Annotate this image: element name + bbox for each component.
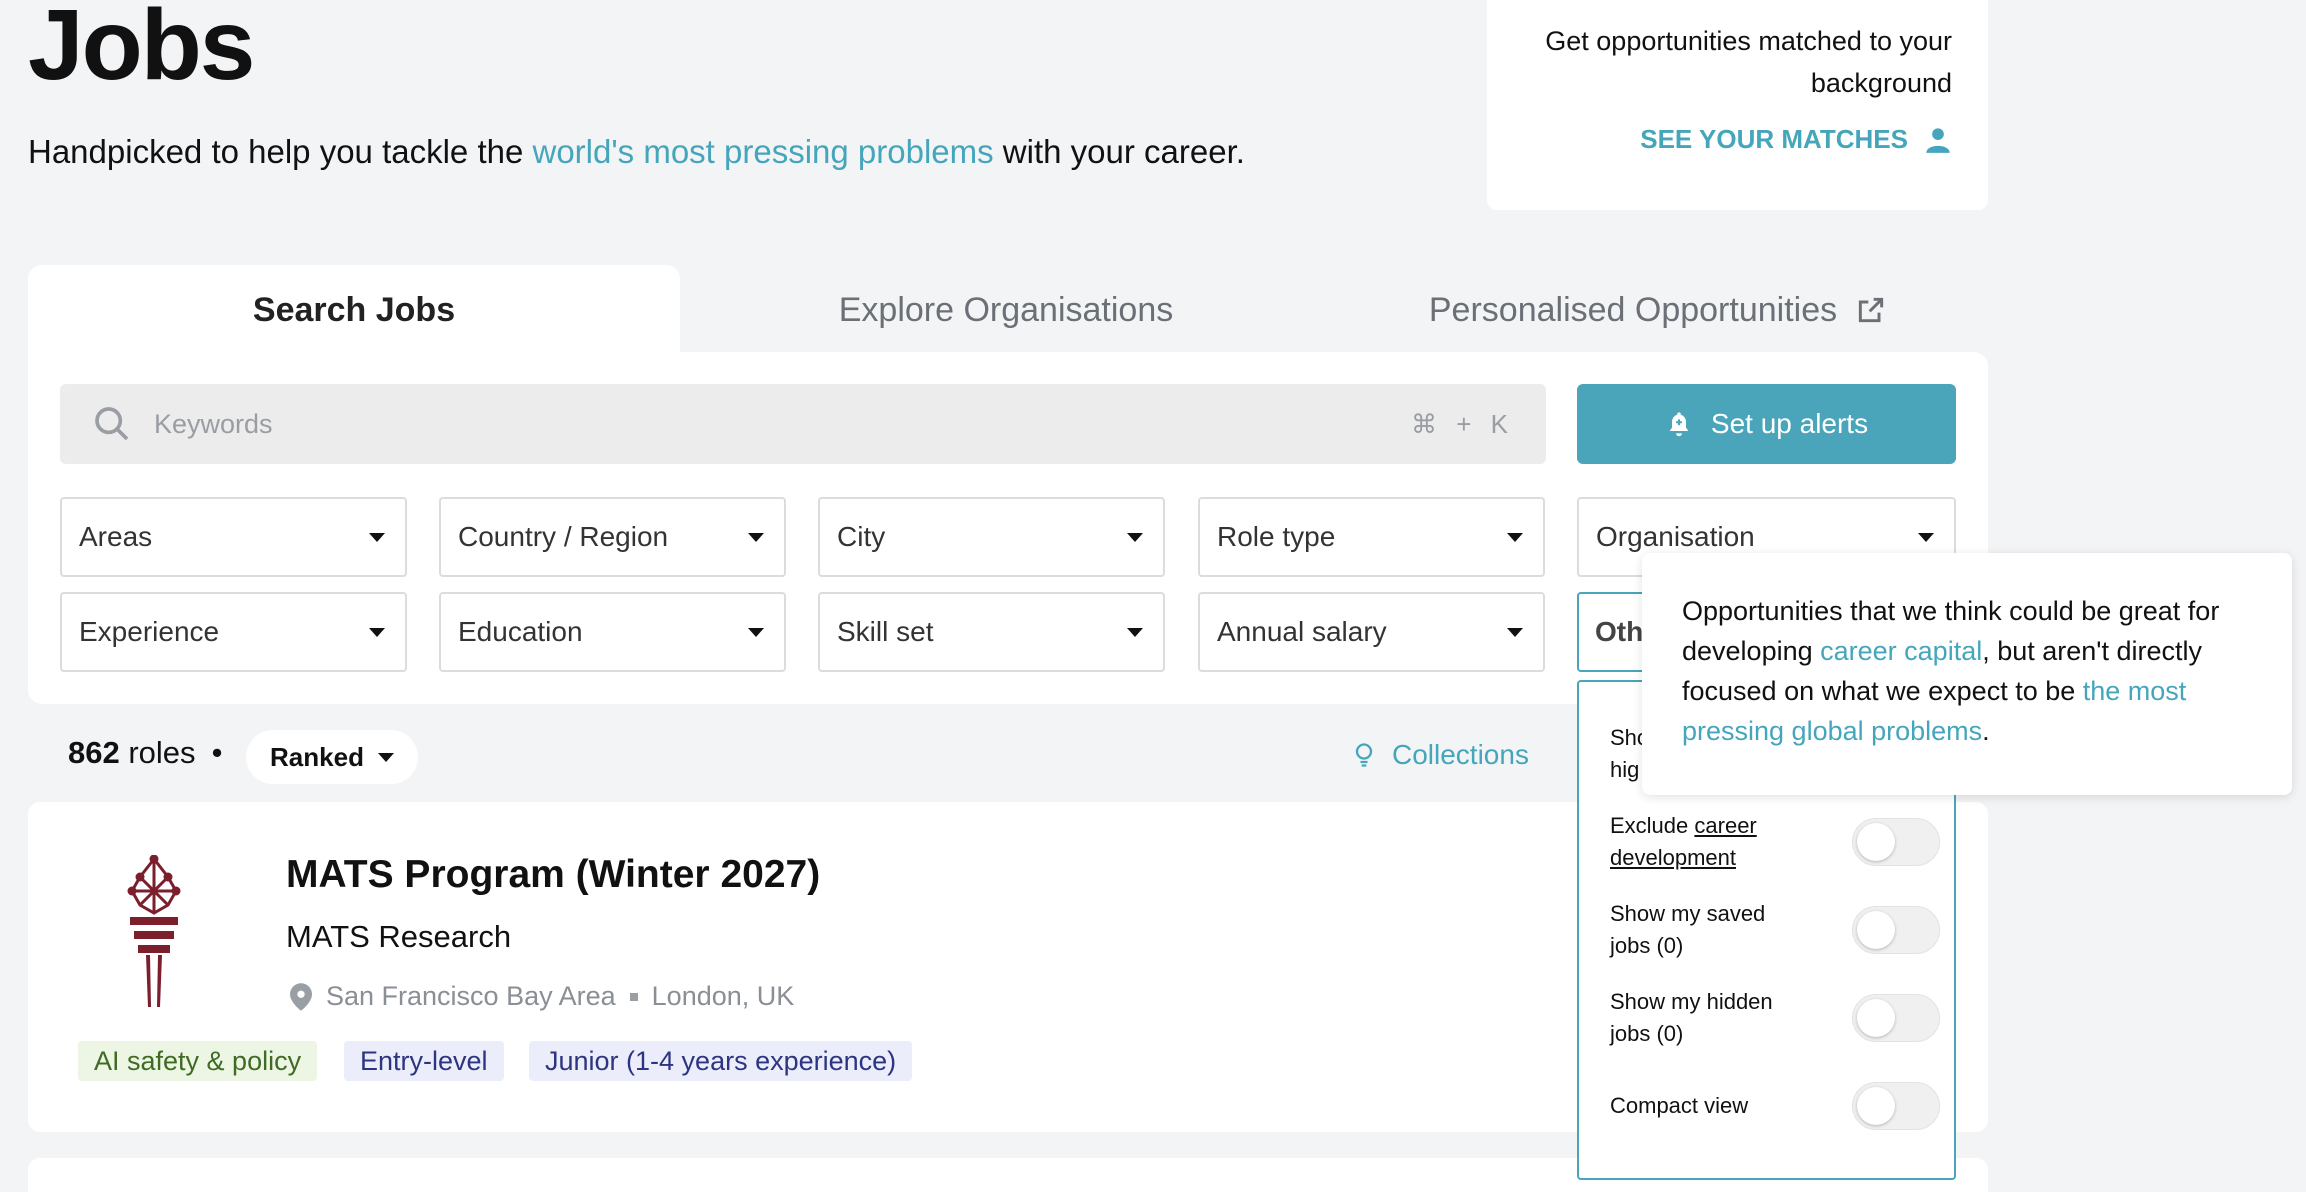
saved-jobs-label: Show my saved jobs (0)	[1610, 901, 1766, 958]
job-title[interactable]: MATS Program (Winter 2027)	[286, 853, 820, 897]
matches-text: Get opportunities matched to your backgr…	[1545, 26, 1952, 98]
career-capital-tooltip: Opportunities that we think could be gre…	[1642, 553, 2292, 795]
menu-item-saved-jobs[interactable]: Show my saved jobs (0)	[1610, 898, 1940, 962]
collections-link[interactable]: Collections	[1350, 739, 1529, 771]
matches-card: Get opportunities matched to your backgr…	[1487, 0, 1988, 210]
page-subtitle: Handpicked to help you tackle the world'…	[28, 133, 1245, 171]
tab-explore-organisations[interactable]: Explore Organisations	[680, 265, 1332, 355]
chevron-down-icon	[1127, 532, 1143, 542]
person-icon	[1926, 127, 1950, 153]
filter-city[interactable]: City	[818, 497, 1165, 577]
toggle-knob	[1857, 999, 1895, 1037]
tab-search-jobs[interactable]: Search Jobs	[28, 265, 680, 355]
collections-label: Collections	[1392, 739, 1529, 770]
results-count: 862 roles •	[68, 735, 222, 771]
chevron-down-icon	[748, 627, 764, 637]
subtitle-text-2: with your career.	[993, 133, 1245, 170]
filter-annual-salary[interactable]: Annual salary	[1198, 592, 1545, 672]
pressing-problems-link[interactable]: world's most pressing problems	[533, 133, 994, 170]
location-pin-icon	[290, 982, 312, 1011]
career-development-link-2[interactable]: development	[1610, 845, 1736, 870]
exclude-career-toggle[interactable]	[1852, 818, 1940, 866]
compact-view-toggle[interactable]	[1852, 1082, 1940, 1130]
filter-role-type[interactable]: Role type	[1198, 497, 1545, 577]
tab-explore-label: Explore Organisations	[838, 290, 1174, 329]
set-up-alerts-button[interactable]: Set up alerts	[1577, 384, 1956, 464]
filter-areas-label: Areas	[79, 521, 153, 552]
roles-label: roles	[128, 735, 196, 770]
chevron-down-icon	[748, 532, 764, 542]
job-organisation[interactable]: MATS Research	[286, 919, 511, 955]
tag-area: AI safety & policy	[78, 1041, 318, 1081]
filter-salary-label: Annual salary	[1217, 616, 1387, 647]
toggle-knob	[1857, 911, 1895, 949]
see-matches-link[interactable]: SEE YOUR MATCHES	[1487, 124, 1952, 155]
menu-item-compact-view[interactable]: Compact view	[1610, 1082, 1940, 1130]
roles-count: 862	[68, 735, 120, 770]
filter-city-label: City	[837, 521, 886, 552]
filter-skill-set[interactable]: Skill set	[818, 592, 1165, 672]
separator-dot: •	[211, 735, 223, 770]
compact-view-label: Compact view	[1610, 1093, 1749, 1118]
filter-country-region[interactable]: Country / Region	[439, 497, 786, 577]
page-title: Jobs	[28, 0, 255, 101]
filter-experience-label: Experience	[79, 616, 220, 647]
hidden-jobs-toggle[interactable]	[1852, 994, 1940, 1042]
chevron-down-icon	[1507, 532, 1523, 542]
chevron-down-icon	[1127, 627, 1143, 637]
filter-education-label: Education	[458, 616, 583, 647]
lightbulb-icon	[1355, 743, 1373, 767]
job-locations: San Francisco Bay Area London, UK	[290, 981, 794, 1012]
search-icon	[95, 407, 129, 441]
chevron-down-icon	[377, 752, 394, 762]
chevron-down-icon	[1918, 532, 1934, 542]
bell-icon	[1669, 412, 1689, 437]
location-separator	[629, 992, 638, 1001]
career-capital-link[interactable]: career capital	[1820, 636, 1982, 666]
career-development-link-1[interactable]: career	[1694, 813, 1756, 838]
exclude-prefix: Exclude	[1610, 813, 1695, 838]
chevron-down-icon	[369, 532, 385, 542]
see-matches-label: SEE YOUR MATCHES	[1640, 124, 1908, 154]
filter-skill-set-label: Skill set	[837, 616, 934, 647]
filter-other-label: Oth	[1595, 616, 1644, 647]
chevron-down-icon	[369, 627, 385, 637]
tag-experience: Junior (1-4 years experience)	[529, 1041, 913, 1081]
filter-role-type-label: Role type	[1217, 521, 1336, 552]
saved-jobs-toggle[interactable]	[1852, 906, 1940, 954]
tag-level: Entry-level	[344, 1041, 504, 1081]
job-location-2: London, UK	[651, 981, 795, 1011]
filter-country-label: Country / Region	[458, 521, 669, 552]
tooltip-text-3: .	[1982, 716, 1990, 746]
org-logo	[118, 854, 190, 1016]
menu-partial-line2: hig	[1610, 757, 1640, 782]
external-link-icon	[1858, 297, 1884, 323]
menu-item-hidden-jobs[interactable]: Show my hidden jobs (0)	[1610, 986, 1940, 1050]
filter-education[interactable]: Education	[439, 592, 786, 672]
sort-dropdown[interactable]: Ranked	[246, 730, 418, 784]
job-location-1: San Francisco Bay Area	[326, 981, 616, 1011]
filter-experience[interactable]: Experience	[60, 592, 407, 672]
chevron-down-icon	[1507, 627, 1523, 637]
search-placeholder: Keywords	[154, 408, 273, 439]
filter-organisation-label: Organisation	[1596, 521, 1755, 552]
sort-label: Ranked	[270, 741, 364, 772]
toggle-knob	[1857, 823, 1895, 861]
set-up-alerts-label: Set up alerts	[1710, 408, 1869, 439]
exclude-career-label: Exclude career development	[1610, 810, 1810, 874]
toggle-knob	[1857, 1087, 1895, 1125]
keyboard-shortcut: ⌘ + K	[1411, 408, 1514, 439]
hidden-jobs-label: Show my hidden jobs (0)	[1610, 989, 1773, 1046]
subtitle-text-1: Handpicked to help you tackle the	[28, 133, 533, 170]
filter-areas[interactable]: Areas	[60, 497, 407, 577]
tab-personalised-opportunities[interactable]: Personalised Opportunities	[1332, 265, 1984, 355]
menu-item-exclude-career[interactable]: Exclude career development	[1610, 810, 1940, 874]
search-input[interactable]: Keywords ⌘ + K	[60, 384, 1546, 464]
tab-personalised-label: Personalised Opportunities	[1428, 290, 1838, 329]
